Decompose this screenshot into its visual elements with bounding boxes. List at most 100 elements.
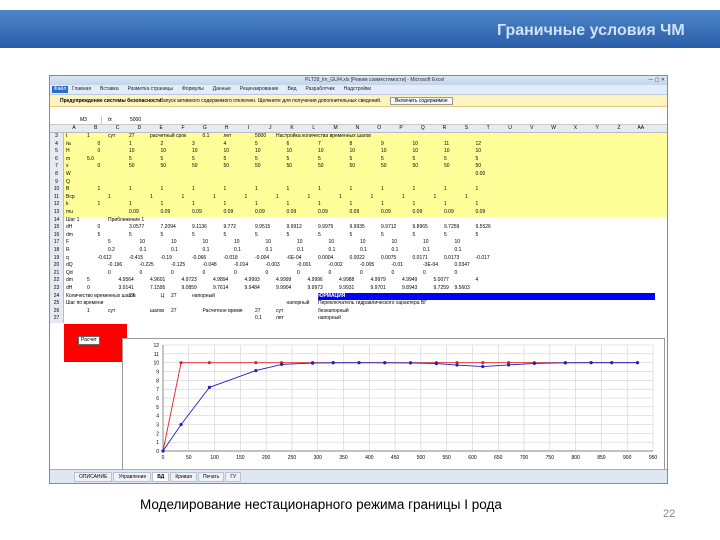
cell[interactable]: 50 — [413, 163, 419, 171]
cell[interactable]: 0.1 — [360, 247, 367, 255]
cell[interactable]: 5 — [350, 156, 353, 164]
column-header[interactable]: F — [173, 125, 193, 132]
column-header[interactable]: P — [391, 125, 411, 132]
cell[interactable]: 0 — [98, 141, 101, 149]
cell[interactable]: Переключатель гидравлического характера … — [318, 300, 427, 308]
cell[interactable]: W — [66, 171, 71, 179]
row-header[interactable]: 13 — [50, 209, 64, 217]
cell[interactable]: 6 — [287, 141, 290, 149]
cell[interactable]: 10 — [287, 148, 293, 156]
cell[interactable]: -0.415 — [129, 255, 143, 263]
row-header[interactable]: 6 — [50, 155, 64, 164]
cell[interactable]: -0.018 — [224, 255, 238, 263]
cell[interactable]: 0 — [360, 270, 363, 278]
sheet-tab[interactable]: ГУ — [225, 472, 242, 482]
cell[interactable]: 1 — [465, 194, 468, 202]
cell[interactable]: 10 — [171, 239, 177, 247]
cell[interactable]: № — [66, 141, 71, 149]
cell[interactable]: 9.9931 — [339, 285, 354, 293]
cell[interactable]: 50 — [224, 163, 230, 171]
row-header[interactable]: 3 — [50, 133, 64, 141]
cell[interactable]: 1 — [381, 201, 384, 209]
cell[interactable]: 0 — [423, 270, 426, 278]
cell[interactable]: 7 — [318, 141, 321, 149]
cell[interactable]: 0.1 — [203, 247, 210, 255]
cell[interactable]: dH — [66, 224, 72, 232]
cell[interactable]: -0.125 — [171, 262, 185, 270]
cell[interactable]: 0.09 — [476, 209, 486, 217]
cell[interactable]: 1 — [129, 141, 132, 149]
cell[interactable]: 50 — [444, 163, 450, 171]
cell[interactable]: 5.0 — [87, 156, 94, 164]
cell[interactable]: 9.5603 — [455, 285, 470, 293]
cell[interactable]: x — [66, 163, 69, 171]
cell[interactable]: q — [66, 255, 69, 263]
cell[interactable]: 50 — [161, 163, 167, 171]
cell[interactable]: 0.1 — [171, 247, 178, 255]
cell[interactable]: 10 — [423, 239, 429, 247]
cell[interactable]: 4.9894 — [213, 277, 228, 285]
cell[interactable]: 9.5526 — [476, 224, 491, 232]
column-header[interactable]: X — [565, 125, 585, 132]
row-header[interactable]: 5 — [50, 148, 64, 156]
cell[interactable]: 4.9564 — [119, 277, 134, 285]
cell[interactable]: 5 — [381, 232, 384, 240]
cell[interactable]: 0 — [329, 270, 332, 278]
cell[interactable]: 9 — [381, 141, 384, 149]
cell[interactable]: 50 — [287, 163, 293, 171]
cell[interactable]: расчетный срок — [150, 133, 186, 141]
cell[interactable]: 0.0075 — [381, 255, 396, 263]
cell[interactable]: 0 — [297, 270, 300, 278]
chart-area[interactable]: 0 1 2 3 4 5 6 7 8 9 10 11 12 0 50 100 150 200 250 300 350 400… — [122, 338, 665, 470]
row-header[interactable]: 25 — [50, 300, 64, 308]
cell[interactable]: 10 — [203, 239, 209, 247]
cell[interactable]: 0.1 — [423, 247, 430, 255]
run-button[interactable]: Расчет — [78, 336, 100, 345]
row-header[interactable]: 4 — [50, 140, 64, 149]
cell[interactable]: 5 — [224, 156, 227, 164]
cell[interactable]: 10 — [360, 239, 366, 247]
cell[interactable]: 0 — [171, 270, 174, 278]
enable-content-button[interactable]: Включить содержимое — [390, 97, 453, 105]
row-header[interactable]: 19 — [50, 254, 64, 263]
cell[interactable]: dH — [66, 285, 72, 293]
cell[interactable]: 0.09 — [350, 209, 360, 217]
menu-item[interactable]: Данные — [213, 86, 231, 92]
cell[interactable]: 1 — [371, 194, 374, 202]
cell[interactable]: -3E-04 — [423, 262, 438, 270]
cell[interactable]: 5 — [287, 232, 290, 240]
cell[interactable]: 10 — [192, 148, 198, 156]
cell[interactable]: 4.9723 — [182, 277, 197, 285]
cell[interactable]: 27 — [129, 293, 135, 301]
cell[interactable]: 9.9935 — [350, 224, 365, 232]
cell[interactable]: Приближение 1 — [108, 217, 144, 225]
cell[interactable]: 1 — [129, 186, 132, 194]
cell[interactable]: 1 — [161, 201, 164, 209]
cell[interactable]: 5 — [161, 156, 164, 164]
column-header[interactable]: G — [195, 125, 215, 132]
cell[interactable]: 9.0859 — [182, 285, 197, 293]
row-header[interactable]: 7 — [50, 163, 64, 171]
formula-input[interactable]: 5000 — [130, 116, 141, 124]
cell[interactable]: -0.002 — [329, 262, 343, 270]
cell[interactable]: 1 — [476, 201, 479, 209]
cell[interactable]: 0.0347 — [455, 262, 470, 270]
cell[interactable]: 1 — [182, 194, 185, 202]
menu-item[interactable]: Надстройки — [344, 86, 371, 92]
cell[interactable]: 0.09 — [161, 209, 171, 217]
cell[interactable]: 5 — [129, 232, 132, 240]
cell[interactable]: R — [66, 247, 70, 255]
cell[interactable]: 0.00 — [476, 171, 486, 179]
cell[interactable]: 5 — [413, 156, 416, 164]
cell[interactable]: -0.19 — [161, 255, 172, 263]
cell[interactable]: 1 — [476, 186, 479, 194]
cell[interactable]: 1 — [255, 201, 258, 209]
name-box[interactable]: M3 — [52, 116, 102, 124]
cell[interactable]: 9.7614 — [213, 285, 228, 293]
cell[interactable]: 9.9701 — [371, 285, 386, 293]
cell[interactable]: 1 — [192, 186, 195, 194]
row-header[interactable]: 17 — [50, 239, 64, 247]
cell[interactable]: шагов — [150, 308, 164, 316]
row-header[interactable]: 16 — [50, 231, 64, 240]
column-header[interactable]: Q — [413, 125, 433, 132]
